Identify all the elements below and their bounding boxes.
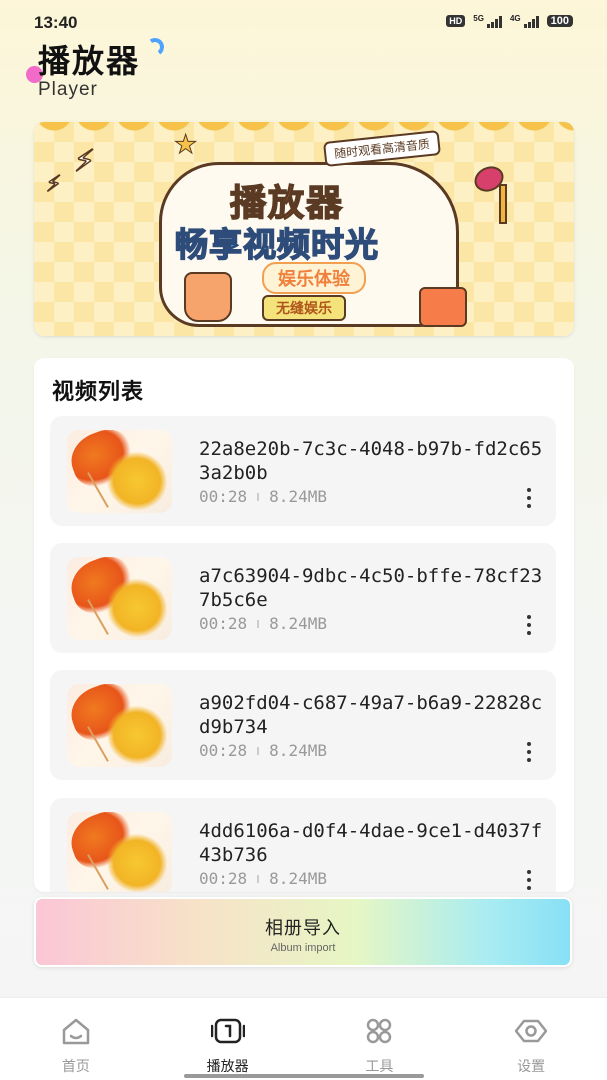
video-list-item[interactable]: 22a8e20b-7c3c-4048-b97b-fd2c653a2b0b 00:… <box>50 416 556 526</box>
microphone-stand-icon <box>499 184 507 224</box>
tab-home-label: 首页 <box>61 1059 90 1075</box>
battery-icon: 100 <box>546 15 573 27</box>
page-title: 播放器 <box>38 42 141 80</box>
player-icon <box>210 1018 245 1044</box>
signal-5g-icon: 5G <box>473 14 502 28</box>
hd-icon: HD <box>446 15 466 27</box>
album-import-label: 相册导入 <box>265 918 341 939</box>
video-list-item[interactable]: 4dd6106a-d0f4-4dae-9ce1-d4037f43b736 00:… <box>50 798 556 892</box>
bottom-tab-bar: 首页 播放器 工具 设置 <box>0 997 607 1080</box>
tab-home[interactable]: 首页 <box>0 998 152 1080</box>
video-title: 4dd6106a-d0f4-4dae-9ce1-d4037f43b736 <box>199 820 543 866</box>
tab-player-label: 播放器 <box>206 1059 249 1075</box>
video-list-item[interactable]: a902fd04-c687-49a7-b6a9-22828cd9b734 00:… <box>50 670 556 780</box>
video-title: a902fd04-c687-49a7-b6a9-22828cd9b734 <box>199 692 543 738</box>
video-list-item[interactable]: a7c63904-9dbc-4c50-bffe-78cf237b5c6e 00:… <box>50 543 556 653</box>
video-title: a7c63904-9dbc-4c50-bffe-78cf237b5c6e <box>199 565 543 611</box>
video-meta: 00:28 8.24MB <box>199 614 327 633</box>
tab-tools-label: 工具 <box>365 1059 394 1075</box>
video-size: 8.24MB <box>269 487 327 506</box>
video-size: 8.24MB <box>269 869 327 888</box>
tab-settings-label: 设置 <box>517 1059 546 1075</box>
video-thumbnail <box>67 430 172 513</box>
home-icon <box>62 1018 90 1045</box>
settings-eye-icon <box>514 1019 548 1043</box>
video-meta: 00:28 8.24MB <box>199 741 327 760</box>
lightning-icon: ⚡ <box>73 143 96 180</box>
meta-divider <box>257 619 260 628</box>
promo-banner[interactable]: ⚡ ⚡ ★ ★ 随时观看高清音质 播放器 畅享视频时光 娱乐体验 无缝娱乐 <box>34 122 574 336</box>
meta-divider <box>257 746 260 755</box>
tab-settings[interactable]: 设置 <box>455 998 607 1080</box>
album-import-button[interactable]: 相册导入 Album import <box>34 897 572 967</box>
video-thumbnail <box>67 557 172 640</box>
video-meta: 00:28 8.24MB <box>199 487 327 506</box>
banner-subtitle: 娱乐体验 <box>262 262 366 294</box>
video-size: 8.24MB <box>269 741 327 760</box>
page-subtitle: Player <box>38 79 98 100</box>
album-import-sublabel: Album import <box>270 942 336 954</box>
signal-4g-icon: 4G <box>510 14 539 28</box>
video-duration: 00:28 <box>199 869 248 888</box>
more-vertical-icon[interactable] <box>526 742 532 762</box>
video-list-card: 视频列表 22a8e20b-7c3c-4048-b97b-fd2c653a2b0… <box>34 358 574 892</box>
popcorn-icon <box>419 287 467 327</box>
tab-tools[interactable]: 工具 <box>304 998 456 1080</box>
more-vertical-icon[interactable] <box>526 488 532 508</box>
video-duration: 00:28 <box>199 614 248 633</box>
meta-divider <box>257 874 260 883</box>
tab-player[interactable]: 播放器 <box>152 998 304 1080</box>
grid-icon <box>367 1018 392 1044</box>
video-duration: 00:28 <box>199 487 248 506</box>
video-meta: 00:28 8.24MB <box>199 869 327 888</box>
banner-scallop <box>34 122 574 134</box>
video-list-heading: 视频列表 <box>52 380 145 405</box>
star-icon: ★ <box>173 130 198 161</box>
home-indicator[interactable] <box>184 1074 424 1078</box>
meta-divider <box>257 492 260 501</box>
lightning-small-icon: ⚡ <box>45 171 62 198</box>
video-title: 22a8e20b-7c3c-4048-b97b-fd2c653a2b0b <box>199 438 543 484</box>
video-size: 8.24MB <box>269 614 327 633</box>
status-icons: HD 5G 4G 100 <box>446 14 573 28</box>
banner-slogan: 畅享视频时光 <box>174 224 379 265</box>
banner-chip: 无缝娱乐 <box>262 295 346 321</box>
more-vertical-icon[interactable] <box>526 615 532 635</box>
video-duration: 00:28 <box>199 741 248 760</box>
more-vertical-icon[interactable] <box>526 870 532 890</box>
status-time: 13:40 <box>34 13 78 32</box>
ice-cream-icon <box>184 272 232 322</box>
video-thumbnail <box>67 812 172 892</box>
video-thumbnail <box>67 684 172 767</box>
